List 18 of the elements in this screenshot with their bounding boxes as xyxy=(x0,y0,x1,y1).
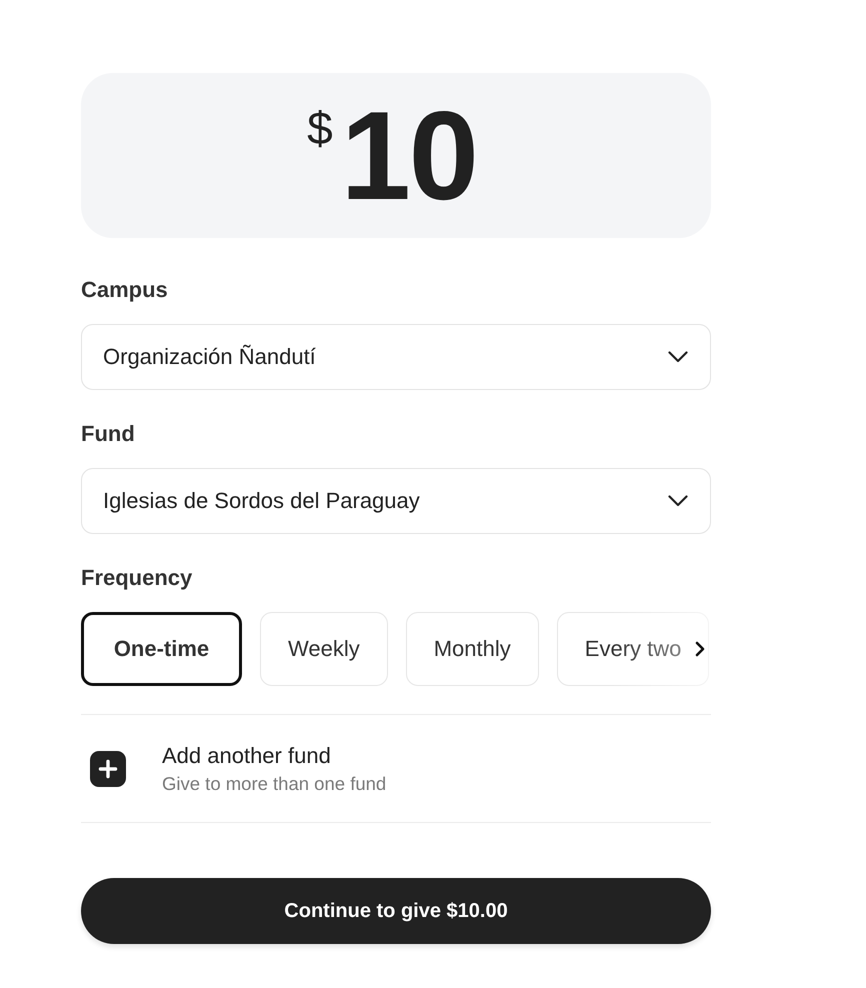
amount-value[interactable]: 10 xyxy=(340,93,477,219)
field-label: Fund xyxy=(81,420,136,448)
chevron-down-icon xyxy=(668,495,688,507)
field-label: Frequency xyxy=(81,564,194,592)
chevron-down-icon xyxy=(668,351,688,363)
frequency-option[interactable]: Monthly xyxy=(406,612,539,686)
add-fund-subtitle: Give to more than one fund xyxy=(162,772,386,794)
plus-icon[interactable] xyxy=(90,750,126,786)
field-label: Campus xyxy=(81,276,169,304)
dropdown-field[interactable]: Organización Ñandutí xyxy=(81,324,711,390)
frequency-option[interactable]: Weekly xyxy=(260,612,388,686)
chevron-right-icon[interactable] xyxy=(695,641,705,657)
add-fund-link[interactable]: Add another fund xyxy=(162,742,386,768)
currency-symbol: $ xyxy=(307,105,333,151)
frequency-option[interactable]: One-time xyxy=(81,612,242,686)
continue-button[interactable]: Continue to give $10.00 xyxy=(81,878,711,944)
dropdown-field[interactable]: Iglesias de Sordos del Paraguay xyxy=(81,468,711,534)
frequency-option[interactable]: Every two xyxy=(556,612,710,686)
